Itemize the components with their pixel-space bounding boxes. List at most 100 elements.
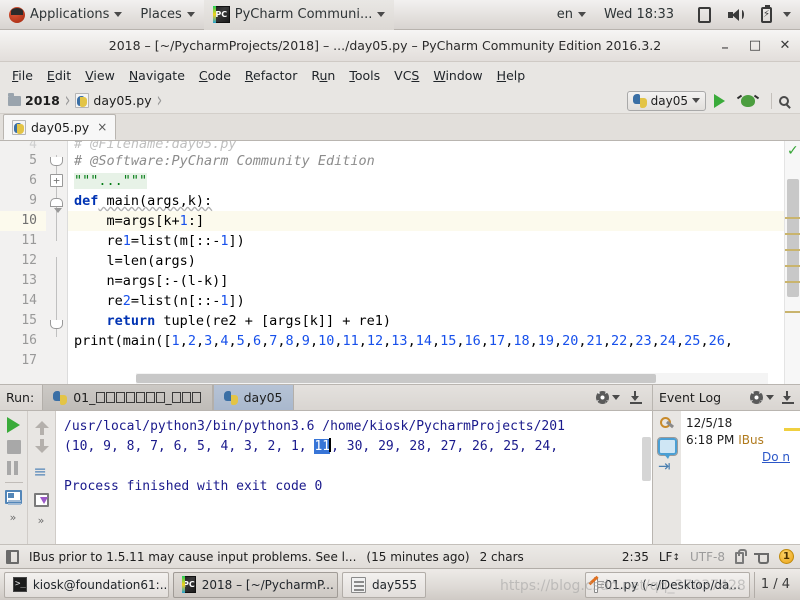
event-log-entries[interactable]: 12/5/18 6:18 PM IBus Do n	[681, 411, 800, 544]
close-icon[interactable]: ×	[97, 120, 107, 134]
editor-tab-day05[interactable]: day05.py ×	[3, 114, 117, 140]
event-log-link[interactable]: Do n	[762, 450, 790, 464]
run-console-output[interactable]: /usr/local/python3/bin/python3.6 /home/k…	[56, 411, 652, 544]
minimize-button[interactable]: –	[710, 30, 740, 62]
gutter-line-14: 14	[21, 293, 37, 308]
print-icon[interactable]	[34, 493, 49, 507]
menu-code[interactable]: Code	[192, 65, 238, 86]
settings-gear-icon[interactable]	[596, 391, 609, 404]
editor-gutter[interactable]: 4 5 6 9 10 11 12 13 14 15 16 17	[0, 141, 46, 384]
menu-refactor[interactable]: Refactor	[238, 65, 304, 86]
warning-stripe[interactable]	[785, 265, 800, 267]
taskbar-button-editor[interactable]: 01.py (~/Desktop/da...	[584, 571, 750, 598]
warning-stripe[interactable]	[785, 311, 800, 313]
breadcrumb-item-project[interactable]: 2018	[4, 92, 64, 108]
event-log-entry-row: 6:18 PM IBus	[686, 432, 796, 449]
display-icon[interactable]	[698, 6, 711, 23]
taskbar-button-day555[interactable]: day555	[342, 571, 426, 598]
taskbar-button-terminal[interactable]: >_ kiosk@foundation61:...	[4, 571, 169, 598]
system-menu-caret-icon[interactable]	[783, 12, 791, 17]
menu-run[interactable]: Run	[304, 65, 342, 86]
export-to-file-icon[interactable]	[630, 391, 642, 404]
chevron-down-icon[interactable]	[612, 395, 620, 400]
places-menu-button[interactable]: Places	[131, 0, 203, 30]
run-tab-01[interactable]: 01_ _	[42, 385, 213, 410]
menu-edit[interactable]: Edit	[40, 65, 78, 86]
status-message[interactable]: IBus prior to 1.5.11 may cause input pro…	[29, 550, 356, 564]
ubuntu-menu-button[interactable]: Applications	[0, 0, 131, 30]
stop-icon[interactable]	[6, 440, 21, 454]
export-to-file-icon[interactable]	[782, 391, 794, 404]
menu-file[interactable]: File	[5, 65, 40, 86]
status-line-separator-label: LF	[658, 549, 673, 564]
more-actions-right-icon[interactable]: »	[38, 514, 46, 527]
debug-icon[interactable]	[741, 94, 755, 107]
menu-tools[interactable]: Tools	[342, 65, 387, 86]
fold-end-marker-icon-2[interactable]	[50, 320, 63, 329]
fold-end-marker-icon[interactable]	[50, 157, 63, 166]
run-tab-day05[interactable]: day05	[212, 385, 294, 410]
menu-code-post: ode	[207, 67, 231, 83]
ok-check-icon[interactable]: ✓	[787, 143, 799, 159]
scroll-up-icon[interactable]	[34, 421, 49, 435]
lock-icon[interactable]	[735, 549, 747, 564]
warning-stripe[interactable]	[785, 217, 800, 219]
menu-vcs[interactable]: VCS	[387, 65, 426, 86]
warning-stripe[interactable]	[785, 281, 800, 283]
wrench-icon[interactable]	[659, 416, 675, 432]
status-encoding[interactable]: UTF-8	[690, 550, 725, 564]
workspace-switcher[interactable]: 1 / 4	[753, 571, 796, 598]
code-text-area[interactable]: # @Filename:day05.py # @Software:PyCharm…	[68, 141, 784, 384]
battery-icon[interactable]: ⚡	[761, 4, 772, 23]
run-configuration-selector[interactable]: day05	[626, 90, 706, 111]
gutter-line-15: 15	[21, 313, 37, 328]
system-tray[interactable]: ⚡	[683, 0, 800, 30]
fold-collapse-icon[interactable]	[50, 198, 63, 213]
keyboard-layout-button[interactable]: en	[548, 0, 595, 30]
tool-window-toggle-icon[interactable]	[6, 549, 19, 564]
code-editor[interactable]: 4 5 6 9 10 11 12 13 14 15 16 17 + # @Fil…	[0, 141, 800, 384]
status-line-separator[interactable]: LF↕	[659, 550, 680, 564]
event-log-icon[interactable]	[656, 437, 678, 459]
scroll-down-icon[interactable]	[34, 439, 49, 453]
gutter-line-6: 6	[29, 173, 37, 188]
chevron-down-icon	[692, 98, 700, 103]
editor-horizontal-scroll-thumb[interactable]	[136, 374, 656, 383]
volume-icon[interactable]	[728, 8, 744, 22]
notification-badge[interactable]: 1	[779, 549, 794, 564]
editor-marker-strip[interactable]: ✓	[784, 141, 800, 384]
status-caret-position[interactable]: 2:35	[622, 550, 649, 564]
close-button[interactable]: ✕	[770, 30, 800, 62]
maximize-button[interactable]: □	[740, 30, 770, 62]
run-icon[interactable]	[714, 93, 725, 108]
soft-wrap-icon[interactable]	[34, 462, 50, 481]
event-log-tool-window: Event Log 12/5/18 6:18 PM IBus Do n	[652, 385, 800, 544]
breadcrumb-item-file[interactable]: day05.py	[71, 93, 155, 108]
editor-fold-strip[interactable]: +	[46, 141, 68, 384]
menu-window[interactable]: Window	[426, 65, 489, 86]
clock-button[interactable]: Wed 18:33	[595, 0, 683, 30]
event-log-body: 12/5/18 6:18 PM IBus Do n	[653, 411, 800, 544]
menu-navigate[interactable]: Navigate	[122, 65, 192, 86]
editor-horizontal-scrollbar[interactable]	[136, 373, 768, 384]
flow-icon[interactable]	[658, 457, 676, 476]
hector-inspection-icon[interactable]	[754, 550, 769, 564]
rerun-icon[interactable]	[7, 417, 20, 433]
console-vertical-scroll-thumb[interactable]	[642, 437, 651, 481]
warning-stripe[interactable]	[785, 233, 800, 235]
menu-help[interactable]: Help	[490, 65, 533, 86]
settings-gear-icon[interactable]	[750, 391, 763, 404]
chevron-down-icon[interactable]	[766, 395, 774, 400]
gutter-line-12: 12	[21, 253, 37, 268]
taskbar-button-pycharm[interactable]: PC 2018 – [~/PycharmP...	[173, 571, 338, 598]
print-console-icon[interactable]	[5, 490, 22, 504]
warning-stripe[interactable]	[785, 249, 800, 251]
event-log-marker	[784, 428, 800, 431]
editor-vertical-scroll-thumb[interactable]	[787, 179, 799, 297]
more-actions-left-icon[interactable]: »	[10, 511, 18, 524]
menu-view[interactable]: View	[78, 65, 122, 86]
active-window-menu-button[interactable]: PC PyCharm Communi...	[203, 0, 395, 30]
pause-icon[interactable]	[7, 461, 20, 475]
search-everywhere-icon[interactable]	[779, 95, 789, 106]
fold-expand-icon[interactable]: +	[50, 174, 63, 187]
